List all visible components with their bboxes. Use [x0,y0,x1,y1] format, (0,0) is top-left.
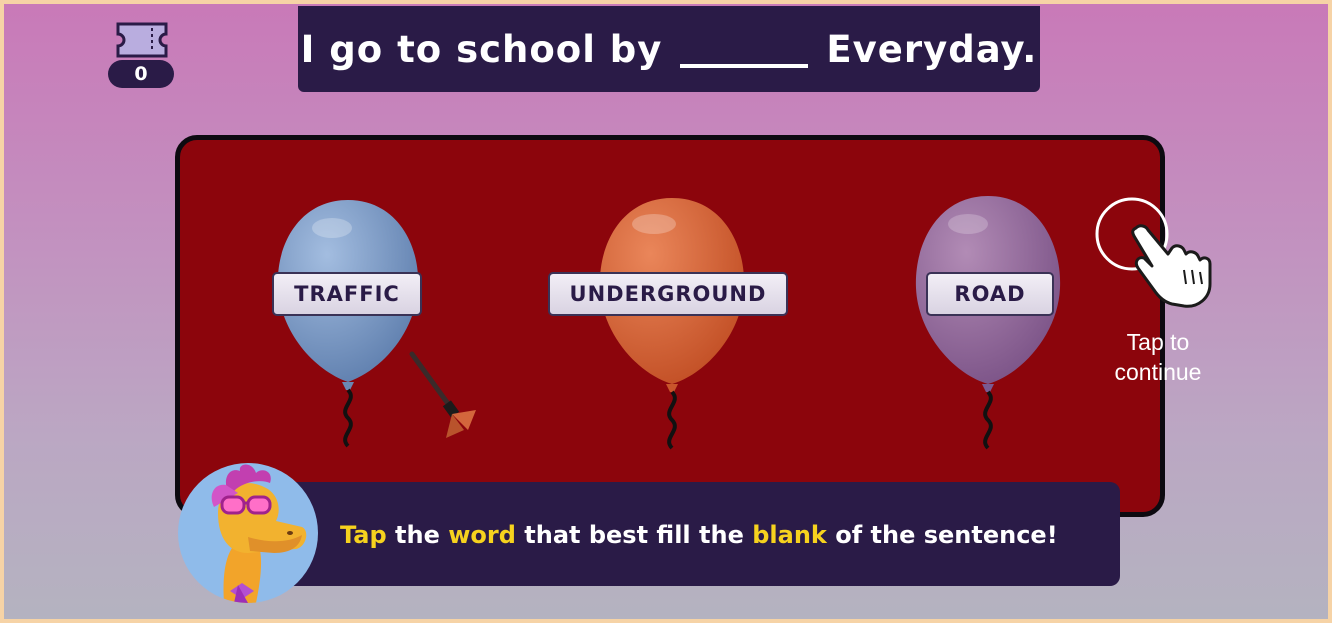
ticket-icon [116,22,168,58]
balloon-shape [277,200,419,448]
dart-icon [409,351,476,438]
dinosaur-mascot-icon [211,464,307,603]
instruction-word-tap: Tap [340,521,387,549]
instruction-word-end: of the sentence! [835,521,1058,549]
balloon-underground[interactable]: UNDERGROUND [548,194,788,456]
instruction-word-blank: blank [752,521,827,549]
ticket-counter: 0 [108,20,176,90]
sentence-before: I go to school by [300,27,663,71]
sentence-blank [680,30,809,68]
balloon-road[interactable]: ROAD [910,194,1066,456]
instruction-word-the: the [395,521,440,549]
instruction-text: Tap the word that best fill the blank of… [340,514,1058,556]
tap-text-line1: Tap to [1126,329,1190,355]
instruction-word-middle: that best fill the [524,521,744,549]
pointing-hand-icon [1095,197,1212,308]
tap-to-continue-text: Tap to continue [1098,327,1218,387]
balloon-shape [915,196,1061,450]
instruction-word-word: word [448,521,516,549]
ticket-count: 0 [108,60,174,88]
choice-road[interactable]: ROAD [926,272,1054,316]
choice-traffic[interactable]: TRAFFIC [272,272,422,316]
mascot-avatar [178,463,318,603]
balloon-shape [599,198,745,450]
balloon-traffic[interactable]: TRAFFIC [270,194,426,454]
choice-underground[interactable]: UNDERGROUND [548,272,788,316]
tap-text-line2: continue [1114,359,1202,385]
sentence-bar: I go to school by Everyday. [298,6,1040,92]
sentence-after: Everyday. [826,27,1038,71]
